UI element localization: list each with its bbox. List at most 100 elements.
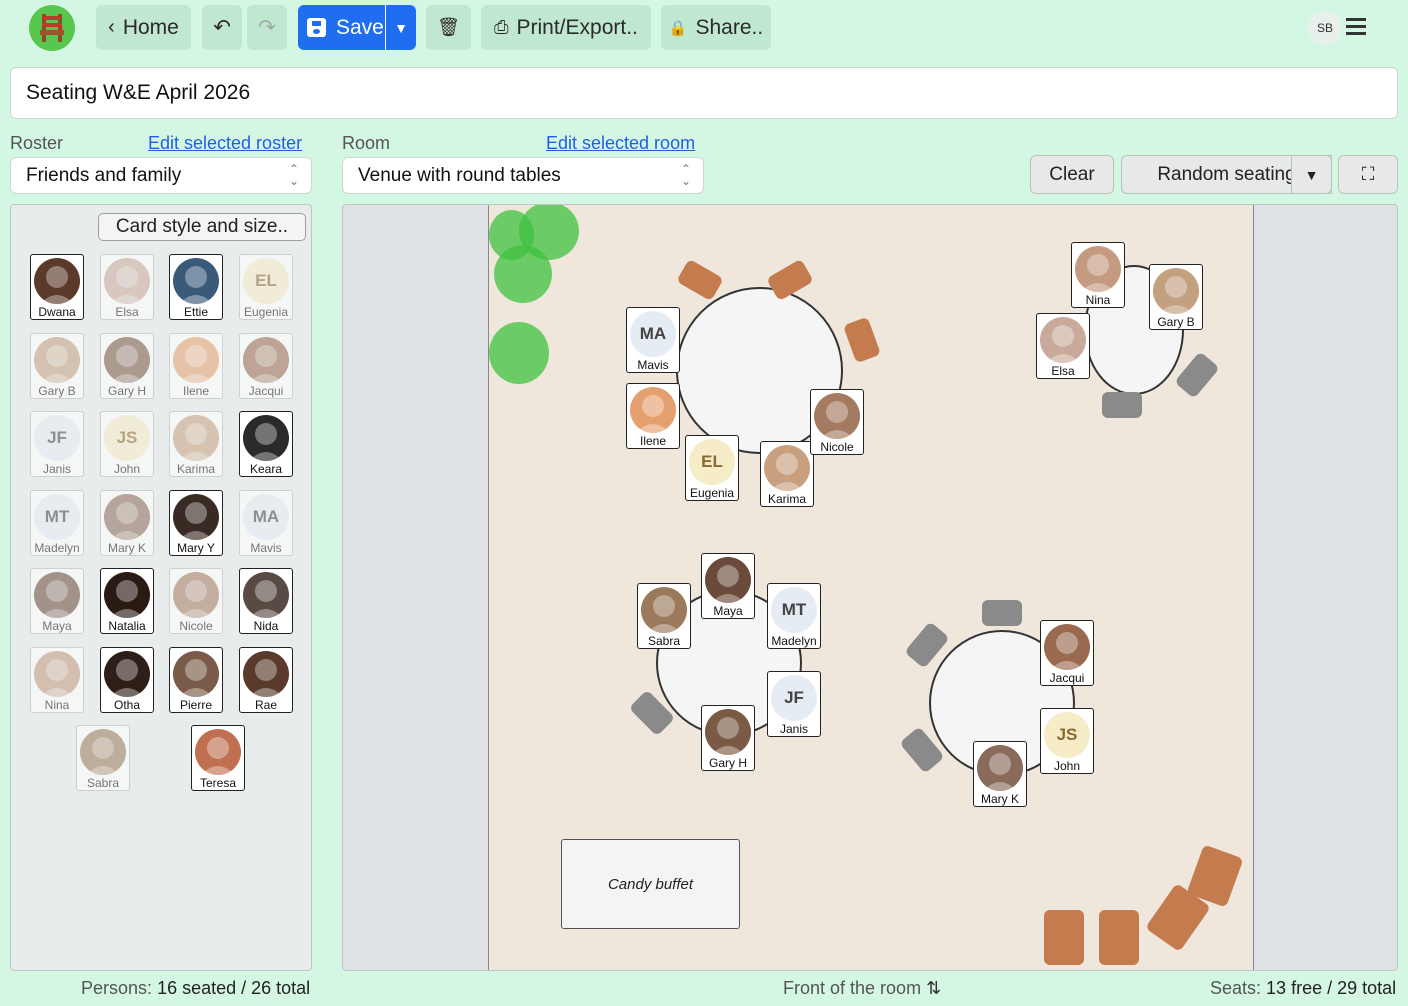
person-name: Mavis — [250, 540, 282, 555]
save-options-button[interactable]: ▼ — [385, 5, 416, 50]
person-photo — [977, 745, 1023, 791]
person-card[interactable]: Elsa — [1036, 313, 1090, 379]
person-card[interactable]: EL Eugenia — [685, 435, 739, 501]
person-photo — [173, 258, 219, 304]
lounge-chair[interactable] — [1099, 910, 1139, 965]
person-card[interactable]: Sabra — [637, 583, 691, 649]
home-button[interactable]: ‹ Home — [96, 5, 191, 50]
person-card[interactable]: Maya — [701, 553, 755, 619]
person-card[interactable]: EL Eugenia — [239, 254, 293, 320]
edit-roster-link[interactable]: Edit selected roster — [148, 133, 302, 154]
candy-buffet[interactable]: Candy buffet — [561, 839, 740, 929]
redo-button[interactable]: ↷ — [247, 5, 287, 50]
person-card[interactable]: Keara — [239, 411, 293, 477]
person-name: Janis — [42, 462, 71, 476]
undo-button[interactable]: ↶ — [202, 5, 242, 50]
person-card[interactable]: Mary K — [100, 489, 154, 556]
person-name: Jacqui — [248, 383, 284, 398]
seats-status: Seats: 13 free / 29 total — [1210, 978, 1396, 999]
person-card[interactable]: MA Mavis — [239, 489, 293, 556]
user-avatar[interactable]: SB — [1308, 11, 1342, 45]
person-card[interactable]: Jacqui — [1040, 620, 1094, 686]
person-card[interactable]: Nina — [1071, 242, 1125, 308]
menu-icon[interactable] — [1346, 18, 1366, 35]
person-card[interactable]: Nicole — [810, 389, 864, 455]
person-card[interactable]: MA Mavis — [626, 307, 680, 373]
random-seating-label: Random seating — [1157, 163, 1296, 185]
person-card[interactable]: Mary K — [973, 741, 1027, 807]
person-card[interactable]: Karima — [760, 441, 814, 507]
person-card[interactable]: Karima — [169, 411, 223, 477]
print-label: Print/Export.. — [516, 15, 638, 39]
chevron-down-icon: ▼ — [1304, 166, 1319, 183]
seats-value: 13 free / 29 total — [1266, 978, 1397, 998]
person-card[interactable]: Teresa — [191, 725, 245, 791]
person-card[interactable]: Otha — [100, 646, 154, 713]
person-card[interactable]: Rae — [239, 646, 293, 713]
person-card[interactable]: Mary Y — [169, 489, 223, 556]
person-card[interactable]: Jacqui — [239, 332, 293, 399]
chart-title-input[interactable]: Seating W&E April 2026 — [10, 67, 1398, 119]
person-card[interactable]: Ilene — [626, 383, 680, 449]
person-photo — [705, 557, 751, 603]
chair[interactable] — [676, 258, 724, 302]
updown-icon: ⌃ ⌄ — [680, 162, 691, 188]
plant-icon — [489, 322, 549, 384]
front-of-room-toggle[interactable]: Front of the room ⇅ — [783, 978, 941, 999]
persons-value: 16 seated / 26 total — [157, 978, 311, 998]
person-card[interactable]: Natalia — [100, 568, 154, 634]
person-card[interactable]: Elsa — [100, 254, 154, 320]
person-name: Nicole — [179, 619, 213, 633]
share-button[interactable]: 🔒 Share.. — [661, 5, 771, 50]
person-card[interactable]: JS John — [100, 411, 154, 477]
chair[interactable] — [842, 316, 882, 364]
save-button[interactable]: Save ▼ — [298, 5, 416, 50]
lounge-chair[interactable] — [1044, 910, 1084, 965]
room-canvas[interactable]: Candy buffet MA Mavis Ilene EL Eugenia Karima… — [342, 204, 1398, 971]
person-card[interactable]: Pierre — [169, 646, 223, 713]
person-card[interactable]: Ilene — [169, 332, 223, 399]
person-card[interactable]: Nida — [239, 568, 293, 634]
person-card[interactable]: MT Madelyn — [30, 489, 84, 556]
room-label: Room — [342, 133, 391, 153]
person-card[interactable]: Dwana — [30, 254, 84, 320]
room-select[interactable]: Venue with round tables ⌃ ⌄ — [342, 157, 704, 194]
app-logo[interactable] — [29, 5, 75, 51]
clear-button[interactable]: Clear — [1030, 155, 1114, 194]
initials-avatar: MT — [771, 587, 817, 633]
person-card[interactable]: Gary H — [100, 332, 154, 399]
person-card[interactable]: Nicole — [169, 568, 223, 634]
person-card[interactable]: Gary B — [30, 332, 84, 399]
chair[interactable] — [982, 600, 1022, 626]
swap-vertical-icon: ⇅ — [926, 978, 942, 998]
roster-select[interactable]: Friends and family ⌃ ⌄ — [10, 157, 312, 194]
person-card[interactable]: JF Janis — [30, 411, 84, 477]
front-label: Front of the room — [783, 978, 922, 998]
fullscreen-button[interactable]: ⛶ — [1338, 155, 1398, 194]
person-card[interactable]: Maya — [30, 568, 84, 634]
person-card[interactable]: Nina — [30, 646, 84, 713]
delete-button[interactable]: 🗑 — [426, 5, 471, 50]
person-name: Sabra — [647, 634, 681, 648]
person-photo — [173, 336, 219, 383]
person-card[interactable]: Gary B — [1149, 264, 1203, 330]
edit-room-link[interactable]: Edit selected room — [546, 133, 695, 154]
person-name: Keara — [249, 462, 283, 476]
person-card[interactable]: JF Janis — [767, 671, 821, 737]
chair[interactable] — [1174, 351, 1220, 399]
person-name: Mary K — [980, 792, 1019, 806]
card-style-button[interactable]: Card style and size.. — [98, 213, 306, 241]
person-card[interactable]: Sabra — [76, 725, 130, 791]
chair[interactable] — [1102, 392, 1142, 418]
person-card[interactable]: JS John — [1040, 708, 1094, 774]
print-export-button[interactable]: ⎙ Print/Export.. — [481, 5, 651, 50]
person-card[interactable]: Gary H — [701, 705, 755, 771]
fullscreen-icon: ⛶ — [1361, 164, 1375, 184]
random-options-button[interactable]: ▼ — [1291, 155, 1332, 194]
person-card[interactable]: Ettie — [169, 254, 223, 320]
person-name: Madelyn — [34, 540, 80, 555]
person-name: Gary H — [107, 383, 146, 398]
initials-avatar: EL — [689, 439, 735, 485]
person-name: Elsa — [1051, 364, 1075, 378]
person-card[interactable]: MT Madelyn — [767, 583, 821, 649]
